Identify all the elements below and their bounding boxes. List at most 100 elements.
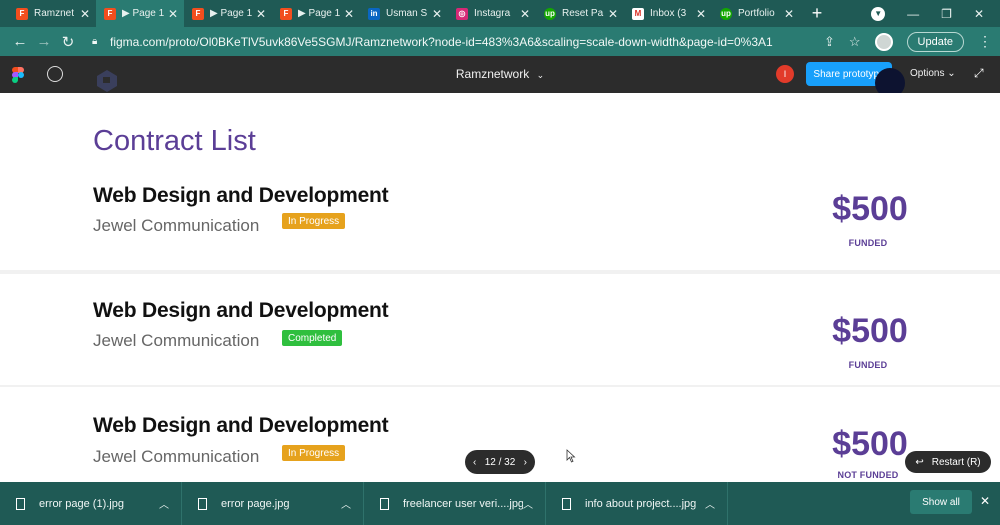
page-title: Contract List xyxy=(93,125,256,157)
upwork-icon: up xyxy=(720,7,732,20)
close-tab-icon[interactable]: ✕ xyxy=(80,7,90,21)
forward-icon[interactable]: → xyxy=(32,33,56,50)
browser-tab[interactable]: in Usman S ✕ xyxy=(360,0,448,27)
figma-icon: F xyxy=(280,7,292,20)
funding-status: FUNDED xyxy=(848,238,888,248)
close-icon[interactable]: ✕ xyxy=(980,494,990,508)
chevron-up-icon[interactable]: ︿ xyxy=(159,496,169,511)
tab-search-icon[interactable]: ▼ xyxy=(871,6,886,21)
contract-client: Jewel Communication xyxy=(93,331,260,350)
new-tab-button[interactable]: + xyxy=(808,3,826,24)
download-item[interactable]: info about project....jpg ︿ xyxy=(546,482,728,525)
contract-title: Web Design and Development xyxy=(93,299,389,322)
chevron-up-icon[interactable]: ︿ xyxy=(523,496,533,511)
user-avatar[interactable]: I xyxy=(776,65,794,83)
tab-label: Instagra xyxy=(474,8,511,19)
chevron-left-icon[interactable]: ‹ xyxy=(473,457,476,468)
funding-status: NOT FUNDED xyxy=(837,470,899,480)
project-name[interactable]: Ramznetwork xyxy=(456,67,529,81)
download-filename: info about project....jpg xyxy=(585,497,697,510)
browser-tab[interactable]: M Inbox (3 ✕ xyxy=(624,0,712,27)
chevron-up-icon[interactable]: ︿ xyxy=(705,496,715,511)
update-button[interactable]: Update xyxy=(906,31,964,52)
minimize-icon[interactable]: — xyxy=(907,7,919,21)
lock-icon[interactable]: 🔒︎ xyxy=(92,36,104,47)
chevron-right-icon[interactable]: › xyxy=(524,457,527,468)
reload-icon[interactable]: ↻ xyxy=(56,33,80,51)
options-menu[interactable]: Options ⌄ xyxy=(910,68,956,79)
contract-client: Jewel Communication xyxy=(93,216,260,235)
tab-label: ▶ Page 1 xyxy=(298,8,340,19)
close-tab-icon[interactable]: ✕ xyxy=(520,7,530,21)
prototype-canvas: Contract List Web Design and Development… xyxy=(0,93,1000,481)
bookmark-star-icon[interactable]: ☆ xyxy=(849,34,861,50)
comment-icon[interactable] xyxy=(47,66,63,82)
status-badge: In Progress xyxy=(282,213,346,229)
gmail-icon: M xyxy=(632,7,644,20)
close-tab-icon[interactable]: ✕ xyxy=(696,7,706,21)
restore-icon[interactable]: ❐ xyxy=(941,7,952,21)
browser-tab-strip: F Ramznet ✕ F ▶ Page 1 ✕ F ▶ Page 1 ✕ F … xyxy=(0,0,1000,27)
contract-card[interactable]: Web Design and Development Jewel Communi… xyxy=(0,272,1000,387)
profile-avatar[interactable] xyxy=(874,32,893,51)
close-tab-icon[interactable]: ✕ xyxy=(432,7,442,21)
download-filename: error page.jpg xyxy=(221,497,290,510)
contract-amount: $500 xyxy=(832,312,908,350)
tab-label: ▶ Page 1 xyxy=(210,8,252,19)
funding-status: FUNDED xyxy=(848,360,888,370)
tab-label: Portfolio xyxy=(738,8,775,19)
browser-tab-active[interactable]: F ▶ Page 1 ✕ xyxy=(96,0,184,27)
contract-title: Web Design and Development xyxy=(93,184,389,207)
close-tab-icon[interactable]: ✕ xyxy=(784,7,794,21)
tab-label: ▶ Page 1 xyxy=(122,8,164,19)
close-tab-icon[interactable]: ✕ xyxy=(608,7,618,21)
chevron-down-icon[interactable]: ⌄ xyxy=(537,70,545,80)
restart-label: Restart (R) xyxy=(931,456,981,468)
more-menu-icon[interactable]: ⋮ xyxy=(978,33,992,50)
url-field[interactable]: 🔒︎ figma.com/proto/Ol0BKeTlV5uvk86Ve5SGM… xyxy=(92,31,824,53)
download-item[interactable]: error page.jpg ︿ xyxy=(182,482,364,525)
fullscreen-icon[interactable]: ⤢ xyxy=(974,66,984,81)
tab-label: Inbox (3 xyxy=(650,8,687,19)
window-controls: ▼ — ❐ ✕ xyxy=(871,0,1000,27)
mouse-cursor-icon xyxy=(566,449,576,463)
browser-tab[interactable]: F ▶ Page 1 ✕ xyxy=(184,0,272,27)
address-actions: ⇪ ☆ Update ⋮ xyxy=(824,31,992,52)
figma-icon: F xyxy=(192,7,204,20)
restart-button[interactable]: ↩ Restart (R) xyxy=(905,451,991,473)
close-tab-icon[interactable]: ✕ xyxy=(344,7,354,21)
tab-label: Ramznet xyxy=(34,8,75,19)
figma-logo-icon[interactable] xyxy=(12,67,24,83)
share-page-icon[interactable]: ⇪ xyxy=(824,34,835,50)
figma-icon: F xyxy=(104,7,116,20)
chevron-up-icon[interactable]: ︿ xyxy=(341,496,351,511)
project-logo-icon xyxy=(97,70,117,92)
browser-tab[interactable]: F Ramznet ✕ xyxy=(8,0,96,27)
status-badge: In Progress xyxy=(282,445,346,461)
browser-tab[interactable]: up Portfolio ✕ xyxy=(712,0,800,27)
close-tab-icon[interactable]: ✕ xyxy=(168,7,178,21)
browser-tab[interactable]: up Reset Pa ✕ xyxy=(536,0,624,27)
show-all-button[interactable]: Show all xyxy=(910,490,972,514)
browser-tab[interactable]: F ▶ Page 1 ✕ xyxy=(272,0,360,27)
close-tab-icon[interactable]: ✕ xyxy=(256,7,266,21)
browser-tab[interactable]: ◎ Instagra ✕ xyxy=(448,0,536,27)
status-badge: Completed xyxy=(282,330,343,346)
instagram-icon: ◎ xyxy=(456,7,468,20)
contract-card[interactable]: Web Design and Development Jewel Communi… xyxy=(0,176,1000,272)
tab-label: Reset Pa xyxy=(562,8,604,19)
address-bar: ← → ↻ 🔒︎ figma.com/proto/Ol0BKeTlV5uvk86… xyxy=(0,27,1000,56)
contract-amount: $500 xyxy=(832,190,908,228)
options-label: Options xyxy=(910,68,945,79)
download-filename: freelancer user veri....jpg xyxy=(403,497,523,510)
url-text: figma.com/proto/Ol0BKeTlV5uvk86Ve5SGMJ/R… xyxy=(110,34,773,49)
page-navigator: ‹ 12 / 32 › xyxy=(465,450,535,474)
tab-label: Usman S xyxy=(386,8,428,19)
upwork-icon: up xyxy=(544,7,556,20)
close-window-icon[interactable]: ✕ xyxy=(974,7,984,21)
back-icon[interactable]: ← xyxy=(8,33,32,50)
download-item[interactable]: error page (1).jpg ︿ xyxy=(0,482,182,525)
figma-icon: F xyxy=(16,7,28,20)
download-item[interactable]: freelancer user veri....jpg ︿ xyxy=(364,482,546,525)
contract-title: Web Design and Development xyxy=(93,414,389,437)
